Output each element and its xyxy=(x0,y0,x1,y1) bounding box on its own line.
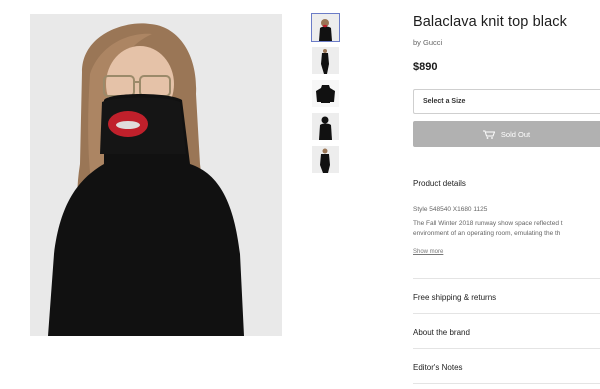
description-line: The Fall Winter 2018 runway show space r… xyxy=(413,220,563,227)
brand-line: by Gucci xyxy=(413,38,600,47)
shopping-cart-icon xyxy=(482,130,495,139)
thumbnail-strip xyxy=(311,13,340,179)
size-select-label: Select a Size xyxy=(423,98,466,105)
description-line: environment of an operating room, emulat… xyxy=(413,230,561,237)
thumbnail-flat-lay[interactable] xyxy=(312,80,339,107)
divider xyxy=(413,348,600,349)
product-details-heading: Product details xyxy=(413,179,466,188)
divider xyxy=(413,278,600,279)
show-more-link[interactable]: Show more xyxy=(413,249,443,255)
accordion-editors-notes[interactable]: Editor's Notes xyxy=(413,363,463,372)
product-info-panel: Balaclava knit top black by Gucci $890 S… xyxy=(413,14,600,384)
thumbnail-full-length-walk[interactable] xyxy=(312,146,339,173)
product-main-image[interactable] xyxy=(30,14,282,336)
size-select[interactable]: Select a Size xyxy=(413,89,600,114)
accordion-about-brand[interactable]: About the brand xyxy=(413,328,470,337)
style-number: Style 548540 X1680 1125 xyxy=(413,206,488,213)
thumbnail-full-length[interactable] xyxy=(312,47,339,74)
thumbnail-front-view[interactable] xyxy=(311,13,340,42)
product-price: $890 xyxy=(413,61,438,73)
brand-link[interactable]: Gucci xyxy=(423,38,442,47)
brand-prefix: by xyxy=(413,38,421,47)
accordion-free-shipping[interactable]: Free shipping & returns xyxy=(413,293,496,302)
product-title: Balaclava knit top black xyxy=(413,14,567,30)
model-photo xyxy=(30,14,282,336)
divider xyxy=(413,383,600,384)
product-description: The Fall Winter 2018 runway show space r… xyxy=(413,219,600,239)
sold-out-label: Sold Out xyxy=(500,129,531,139)
divider xyxy=(413,313,600,314)
thumbnail-back-view[interactable] xyxy=(312,113,339,140)
sold-out-button[interactable]: Sold Out xyxy=(413,121,600,147)
